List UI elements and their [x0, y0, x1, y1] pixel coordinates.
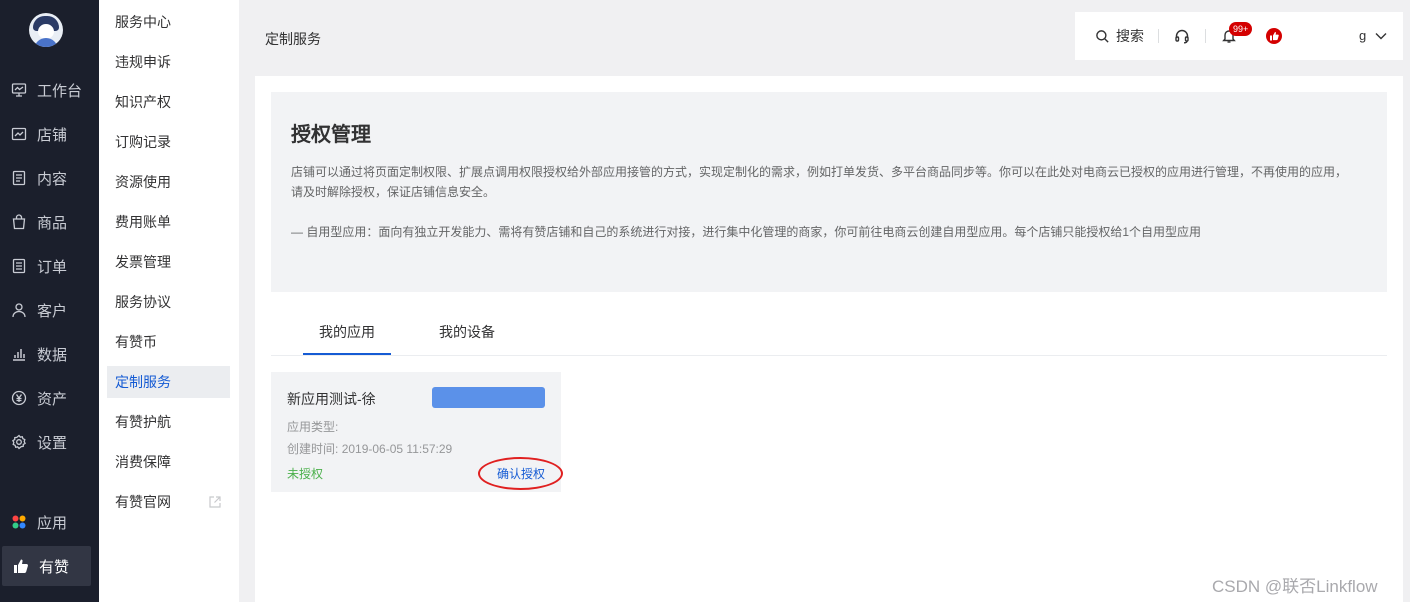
subnav-item-resource-usage[interactable]: 资源使用 — [107, 166, 230, 198]
nav-item-label: 设置 — [37, 434, 68, 452]
search-label: 搜索 — [1116, 28, 1144, 44]
external-link-icon — [209, 496, 221, 508]
nav-item-label: 工作台 — [37, 82, 83, 100]
subnav-item-agreement[interactable]: 服务协议 — [107, 286, 230, 318]
yen-icon — [11, 390, 27, 406]
created-time-label: 创建时间: — [287, 442, 339, 456]
headset-icon — [1175, 29, 1189, 44]
customer-service-button[interactable] — [1173, 27, 1191, 45]
subnav-label: 定制服务 — [115, 374, 171, 390]
search-icon — [1096, 29, 1109, 43]
chevron-down-icon[interactable] — [1374, 30, 1388, 42]
subnav-label: 知识产权 — [115, 94, 171, 110]
primary-nav: 工作台 店铺 内容 商品 订单 客户 数据 资产 设置 应用 有赞 — [0, 0, 99, 602]
nav-item-data[interactable]: 数据 — [0, 332, 99, 376]
page-title: 定制服务 — [265, 31, 321, 47]
subnav-item-invoice[interactable]: 发票管理 — [107, 246, 230, 278]
nav-item-store[interactable]: 店铺 — [0, 112, 99, 156]
notification-badge: 99+ — [1229, 22, 1253, 36]
status-badge: 未授权 — [287, 467, 324, 481]
secondary-nav: 服务中心 违规申诉 知识产权 订购记录 资源使用 费用账单 发票管理 服务协议 … — [99, 0, 239, 602]
subnav-label: 服务协议 — [115, 294, 171, 310]
subnav-item-custom-service[interactable]: 定制服务 — [107, 366, 230, 398]
toolbar-divider — [1158, 29, 1159, 43]
toolbar-divider — [1205, 29, 1206, 43]
customer-icon — [11, 302, 27, 318]
info-note: — 自用型应用：面向有独立开发能力、需将有赞店铺和自己的系统进行对接，进行集中化… — [291, 225, 1202, 239]
subnav-item-service-center[interactable]: 服务中心 — [107, 6, 230, 38]
nav-item-label: 资产 — [37, 390, 68, 408]
subnav-item-official-site[interactable]: 有赞官网 — [107, 486, 230, 518]
subnav-item-consumer-protection[interactable]: 消费保障 — [107, 446, 230, 478]
subnav-label: 费用账单 — [115, 214, 171, 230]
redacted-region — [432, 387, 545, 408]
subnav-label: 资源使用 — [115, 174, 171, 190]
tab-my-devices[interactable]: 我的设备 — [439, 322, 495, 342]
content-icon — [11, 170, 27, 186]
tab-my-apps[interactable]: 我的应用 — [319, 322, 375, 342]
nav-item-label: 数据 — [37, 346, 68, 364]
subnav-label: 消费保障 — [115, 454, 171, 470]
store-icon — [11, 126, 27, 142]
nav-item-label: 订单 — [37, 258, 68, 276]
subnav-label: 有赞官网 — [115, 494, 171, 510]
info-title: 授权管理 — [291, 124, 371, 146]
nav-item-label: 店铺 — [37, 126, 68, 144]
subnav-label: 违规申诉 — [115, 54, 171, 70]
subnav-label: 发票管理 — [115, 254, 171, 270]
top-toolbar: 搜索 — [1075, 12, 1403, 60]
active-tab-indicator — [303, 353, 391, 355]
nav-item-assets[interactable]: 资产 — [0, 376, 99, 420]
app-type: 应用类型: — [287, 420, 339, 434]
created-time-value: 2019-06-05 11:57:29 — [341, 442, 453, 456]
subnav-label: 有赞币 — [115, 334, 157, 350]
nav-item-goods[interactable]: 商品 — [0, 200, 99, 244]
subnav-label: 服务中心 — [115, 14, 171, 30]
nav-item-youzan[interactable]: 有赞 — [2, 546, 91, 586]
dashboard-icon — [11, 82, 27, 98]
gear-icon — [11, 434, 27, 450]
info-description: 店铺可以通过将页面定制权限、扩展点调用权限授权给外部应用接管的方式，实现定制化的… — [291, 165, 1348, 199]
nav-item-orders[interactable]: 订单 — [0, 244, 99, 288]
subnav-item-purchase-records[interactable]: 订购记录 — [107, 126, 230, 158]
tabs-divider — [271, 355, 1387, 356]
subnav-item-billing[interactable]: 费用账单 — [107, 206, 230, 238]
nav-item-workbench[interactable]: 工作台 — [0, 68, 99, 112]
chart-icon — [11, 346, 27, 362]
subnav-item-ip[interactable]: 知识产权 — [107, 86, 230, 118]
apps-icon — [11, 514, 27, 530]
subnav-item-appeal[interactable]: 违规申诉 — [107, 46, 230, 78]
nav-item-apps[interactable]: 应用 — [0, 500, 99, 544]
nav-item-content[interactable]: 内容 — [0, 156, 99, 200]
nav-item-label: 应用 — [37, 514, 68, 532]
nav-item-label: 内容 — [37, 170, 68, 188]
user-name[interactable]: g — [1359, 28, 1366, 43]
search-button[interactable]: 搜索 — [1095, 26, 1144, 46]
nav-item-settings[interactable]: 设置 — [0, 420, 99, 464]
app-created-time: 创建时间: 2019-06-05 11:57:29 — [287, 440, 452, 457]
bag-icon — [11, 214, 27, 230]
nav-item-label: 商品 — [37, 214, 68, 232]
subnav-label: 订购记录 — [115, 134, 171, 150]
shop-logo-icon[interactable] — [1266, 28, 1282, 44]
nav-item-label: 有赞 — [39, 558, 70, 576]
nav-item-customers[interactable]: 客户 — [0, 288, 99, 332]
subnav-item-youzan-coin[interactable]: 有赞币 — [107, 326, 230, 358]
annotation-circle — [478, 457, 563, 490]
nav-item-label: 客户 — [37, 302, 68, 320]
thumbs-up-icon — [13, 558, 29, 574]
app-name: 新应用测试-徐 — [287, 391, 376, 407]
order-icon — [11, 258, 27, 274]
subnav-item-escort[interactable]: 有赞护航 — [107, 406, 230, 438]
avatar[interactable] — [29, 13, 63, 47]
watermark: CSDN @联否Linkflow — [1212, 577, 1378, 596]
subnav-label: 有赞护航 — [115, 414, 171, 430]
